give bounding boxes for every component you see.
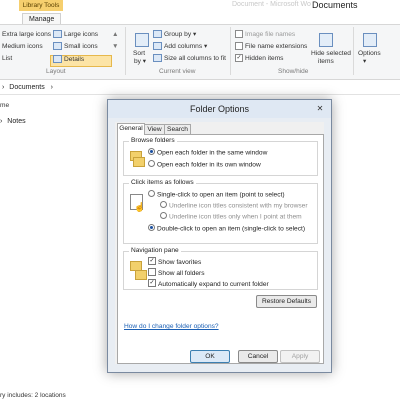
layout-large-icons[interactable]: Large icons [53,30,98,39]
library-tools-context-tab[interactable]: Library Tools [19,0,63,11]
radio-icon [160,212,167,219]
sort-by-sub: by ▾ [134,58,147,65]
show-favorites-checkbox[interactable]: ✓ Show favorites [148,257,201,267]
layout-details[interactable]: Details [53,55,84,64]
options-icon [363,33,377,47]
radio-selected-icon [148,224,155,231]
dialog-body: General View Search Browse folders Open … [115,122,324,364]
show-all-folders-checkbox[interactable]: Show all folders [148,268,205,278]
hide-selected-sub: items [318,58,334,65]
ok-button[interactable]: OK [190,350,230,363]
options-button[interactable]: Options [358,49,381,58]
radio-icon [148,160,155,167]
radio-selected-icon [148,148,155,155]
click-items-legend: Click items as follows [129,179,196,186]
open-own-window-radio[interactable]: Open each folder in its own window [148,160,261,169]
small-icons-icon [53,42,62,51]
address-bar[interactable]: › Documents › [0,82,400,95]
layout-extra-large-icons[interactable]: Extra large icons [2,30,51,39]
large-icons-icon [53,30,62,39]
breadcrumb-chevron-icon: › [2,84,5,91]
details-icon [53,55,62,64]
folder-icon [135,270,147,280]
layout-scroll-up[interactable]: ▲ [112,30,119,39]
nav-pane-item[interactable]: me [0,101,9,110]
close-icon[interactable]: ✕ [313,104,327,114]
background-window-title: Document - Microsoft Wo [232,1,311,8]
layout-medium-icons[interactable]: Medium icons [2,42,43,51]
column-header-notes[interactable]: › Notes [0,116,120,128]
size-columns-icon [153,54,162,63]
size-all-columns-button[interactable]: Size all columns to fit [153,54,226,63]
single-click-radio[interactable]: Single-click to open an item (point to s… [148,190,285,199]
show-hide-group-label: Show/hide [278,68,309,75]
radio-icon [160,201,167,208]
apply-button[interactable]: Apply [280,350,320,363]
navigation-pane-legend: Navigation pane [129,247,181,254]
add-columns-icon [153,42,162,51]
sort-by-icon [135,33,149,47]
layout-group-label: Layout [46,68,66,75]
underline-point-radio[interactable]: Underline icon titles only when I point … [160,212,302,221]
layout-small-icons[interactable]: Small icons [53,42,98,51]
dialog-title: Folder Options [108,100,331,118]
checkbox-checked-icon: ✓ [235,54,243,63]
checkbox-icon [148,268,156,276]
layout-list[interactable]: List [2,54,12,63]
group-separator [353,27,354,75]
group-separator [230,27,231,75]
general-tab-page: Browse folders Open each folder in the s… [117,134,324,364]
add-columns-button[interactable]: Add columns ▾ [153,42,207,51]
hide-selected-icon [319,33,333,47]
hidden-items-checkbox[interactable]: ✓ Hidden items [235,54,283,63]
breadcrumb-documents[interactable]: Documents [9,84,44,91]
browse-folders-group: Browse folders Open each folder in the s… [123,137,318,176]
checkbox-checked-icon: ✓ [148,279,156,287]
tab-general[interactable]: General [117,123,145,135]
cancel-button[interactable]: Cancel [238,350,278,363]
underline-consistent-radio[interactable]: Underline icon titles consistent with my… [160,201,308,210]
folder-options-dialog: Folder Options ✕ General View Search Bro… [107,99,332,373]
breadcrumb-chevron-icon: › [50,84,53,91]
folder-icon [133,157,145,167]
pointer-cursor-icon: ☝ [134,202,146,212]
double-click-radio[interactable]: Double-click to open an item (single-cli… [148,224,305,233]
group-by-icon [153,30,162,39]
column-header-chevron-icon: › [0,118,3,125]
navigation-pane-group: Navigation pane ✓ Show favorites Show all… [123,247,318,290]
group-by-button[interactable]: Group by ▾ [153,30,196,39]
current-view-group-label: Current view [159,68,196,75]
checkbox-icon [235,30,243,39]
browse-folders-legend: Browse folders [129,137,177,144]
click-items-group: Click items as follows ☝ Single-click to… [123,179,318,244]
auto-expand-checkbox[interactable]: ✓ Automatically expand to current folder [148,279,269,289]
checkbox-icon [235,42,243,51]
image-file-names-checkbox[interactable]: Image file names [235,30,295,39]
checkbox-checked-icon: ✓ [148,257,156,265]
window-title: Documents [312,0,358,10]
radio-icon [148,190,155,197]
group-separator [125,27,126,75]
status-bar: ry includes: 2 locations [0,392,66,399]
help-link[interactable]: How do I change folder options? [124,323,219,330]
file-name-extensions-checkbox[interactable]: File name extensions [235,42,307,51]
options-dropdown-icon[interactable]: ▾ [363,57,366,66]
open-same-window-radio[interactable]: Open each folder in the same window [148,148,267,157]
layout-scroll-down[interactable]: ▼ [112,42,119,51]
restore-defaults-button[interactable]: Restore Defaults [256,295,317,308]
